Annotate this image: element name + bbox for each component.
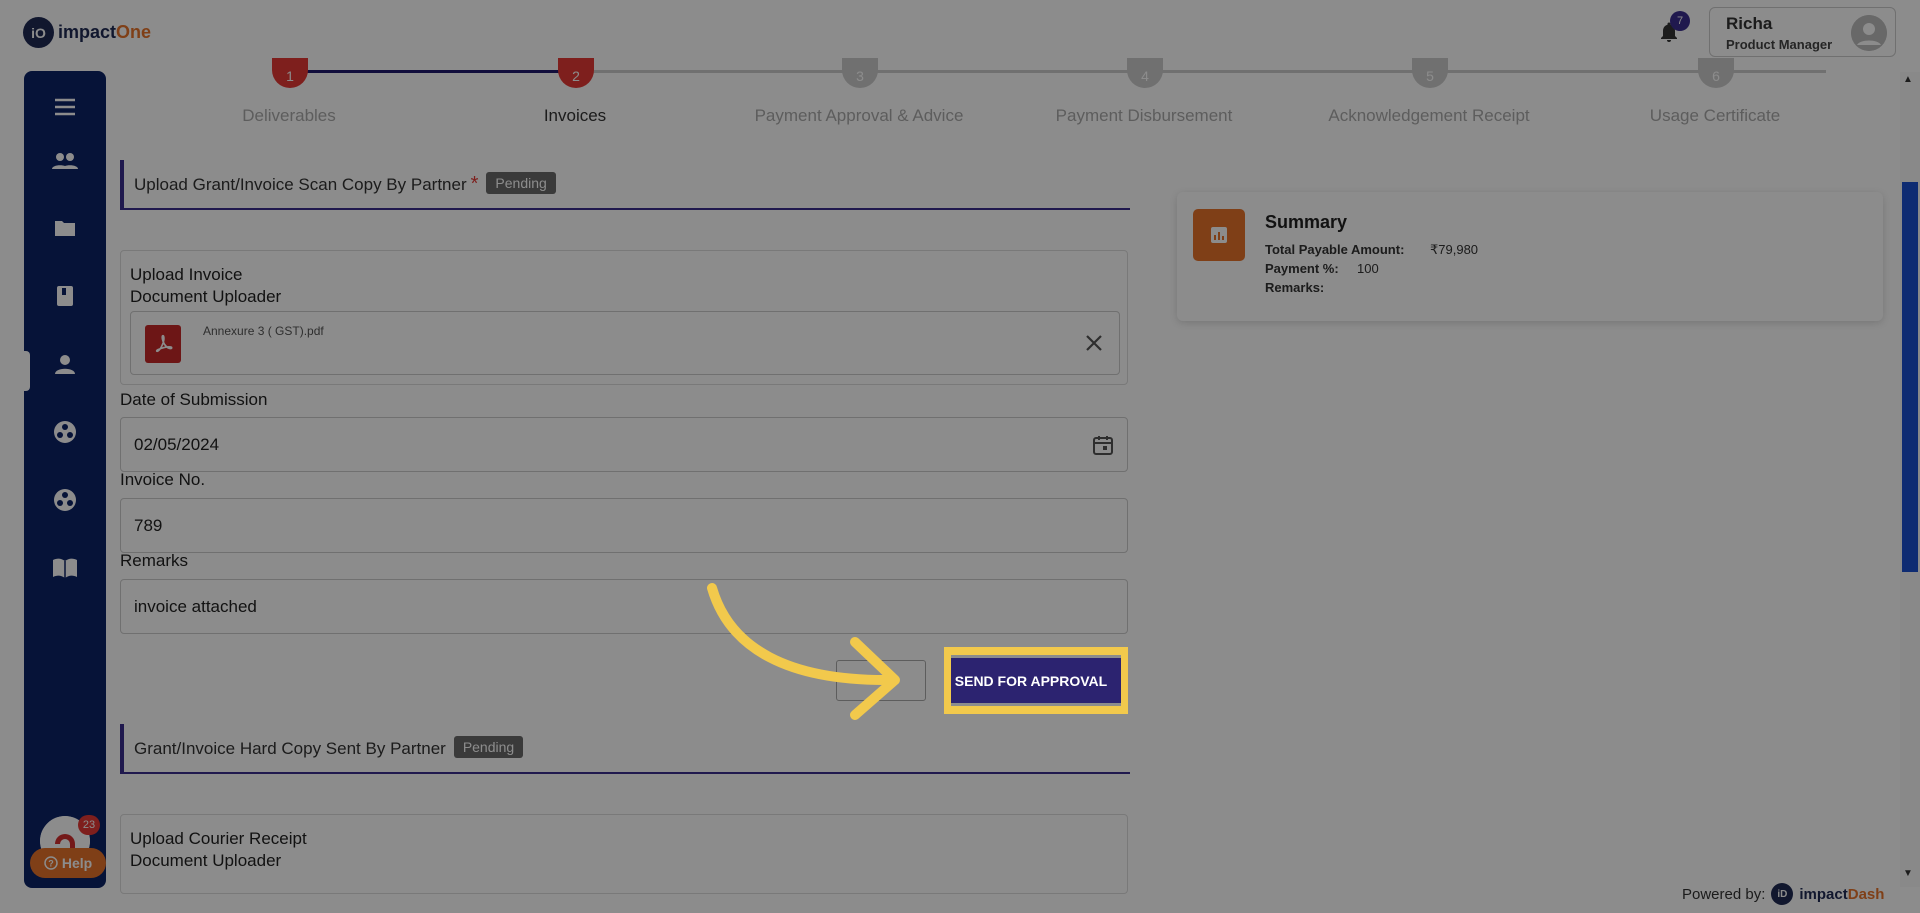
- scrollbar-thumb[interactable]: [1902, 182, 1918, 572]
- calendar-icon[interactable]: [1091, 433, 1115, 457]
- step-6-label[interactable]: Usage Certificate: [1575, 106, 1855, 126]
- book-icon[interactable]: [24, 276, 106, 316]
- uploader-title: Upload Invoice: [130, 265, 243, 284]
- step-connector: [576, 70, 1826, 73]
- step-4-label[interactable]: Payment Disbursement: [1004, 106, 1284, 126]
- step-3-marker[interactable]: 3: [842, 58, 878, 88]
- impactdash-brand: impactDash: [1799, 885, 1885, 903]
- user-name: Richa: [1726, 14, 1773, 33]
- required-mark: *: [470, 173, 479, 195]
- invoice-number-value: 789: [134, 516, 163, 535]
- payment-percent-row: Payment %: 100: [1265, 261, 1379, 276]
- progress-stepper: 1 Deliverables 2 Invoices 3 Payment Appr…: [120, 58, 1900, 128]
- help-circle-icon: ?: [44, 856, 58, 870]
- section-header-hard-copy: Grant/Invoice Hard Copy Sent By Partner P…: [120, 724, 1130, 774]
- impactdash-logo-mark: iD: [1771, 883, 1794, 905]
- summary-chart-icon: [1193, 209, 1245, 261]
- user-menu[interactable]: Richa Product Manager: [1709, 7, 1896, 57]
- step-3-label[interactable]: Payment Approval & Advice: [719, 106, 999, 126]
- step-2-label[interactable]: Invoices: [435, 106, 715, 126]
- logo-text: impactOne: [58, 22, 152, 42]
- powered-label: Powered by:: [1682, 885, 1766, 903]
- person-icon[interactable]: [24, 344, 106, 384]
- step-4-marker[interactable]: 4: [1127, 58, 1163, 88]
- chat-count-badge: 23: [78, 815, 100, 835]
- user-role: Product Manager: [1726, 37, 1833, 52]
- notification-count-badge: 7: [1670, 11, 1690, 31]
- remarks-row: Remarks:: [1265, 280, 1325, 295]
- uploader-subtitle: Document Uploader: [130, 851, 282, 870]
- group-circle-icon[interactable]: [24, 480, 106, 520]
- section-header-scan-copy: Upload Grant/Invoice Scan Copy By Partne…: [120, 160, 1130, 210]
- step-1-label[interactable]: Deliverables: [149, 106, 429, 126]
- step-connector: [290, 70, 576, 73]
- invoice-uploader: Upload Invoice Document Uploader Annexur…: [120, 250, 1128, 385]
- people-icon[interactable]: [24, 141, 106, 181]
- open-book-icon[interactable]: [24, 548, 106, 588]
- status-badge: Pending: [453, 736, 524, 758]
- step-5-label[interactable]: Acknowledgement Receipt: [1289, 106, 1569, 126]
- sidebar: 23 ? Help: [24, 71, 106, 888]
- scroll-up-arrow-icon[interactable]: ▲: [1903, 74, 1913, 85]
- app-logo[interactable]: iO impactOne: [23, 17, 151, 48]
- courier-receipt-uploader: Upload Courier Receipt Document Uploader: [120, 814, 1128, 894]
- uploader-subtitle: Document Uploader: [130, 287, 282, 306]
- step-1-marker[interactable]: 1: [272, 58, 308, 88]
- section-title: Grant/Invoice Hard Copy Sent By Partner P…: [134, 736, 524, 759]
- invoice-number-label: Invoice No.: [120, 470, 206, 489]
- section-title: Upload Grant/Invoice Scan Copy By Partne…: [134, 172, 556, 196]
- remarks-field[interactable]: invoice attached: [120, 579, 1128, 634]
- file-name: Annexure 3 ( GST).pdf: [203, 324, 324, 338]
- help-button[interactable]: ? Help: [30, 848, 106, 878]
- status-badge: Pending: [486, 172, 556, 194]
- uploader-title: Upload Courier Receipt: [130, 829, 307, 848]
- svg-text:?: ?: [48, 859, 54, 869]
- date-value: 02/05/2024: [134, 435, 220, 454]
- summary-card: Summary Total Payable Amount: ₹79,980 Pay…: [1177, 192, 1883, 321]
- step-5-marker[interactable]: 5: [1412, 58, 1448, 88]
- pdf-file-icon: [145, 325, 181, 363]
- scroll-down-arrow-icon[interactable]: ▼: [1903, 868, 1913, 879]
- summary-title: Summary: [1265, 212, 1348, 232]
- remarks-value: invoice attached: [134, 597, 257, 616]
- menu-icon[interactable]: [24, 87, 106, 127]
- highlight-box-focused: [944, 648, 1128, 714]
- powered-by: Powered by: iD impactDash: [1682, 883, 1884, 905]
- folder-icon[interactable]: [24, 208, 106, 248]
- logo-mark: iO: [23, 17, 54, 48]
- step-2-marker[interactable]: 2: [558, 58, 594, 88]
- help-label: Help: [61, 855, 93, 871]
- uploaded-file[interactable]: Annexure 3 ( GST).pdf: [130, 311, 1120, 375]
- remarks-label: Remarks: [120, 551, 189, 570]
- date-label: Date of Submission: [120, 390, 268, 409]
- invoice-number-field[interactable]: 789: [120, 498, 1128, 553]
- user-avatar-icon: [1851, 15, 1887, 51]
- group-circle-icon[interactable]: [24, 412, 106, 452]
- step-6-marker[interactable]: 6: [1698, 58, 1734, 88]
- remove-file-close-icon[interactable]: [1083, 332, 1105, 354]
- total-payable-row: Total Payable Amount: ₹79,980: [1265, 242, 1479, 257]
- cancel-button[interactable]: [836, 660, 926, 701]
- date-of-submission-field[interactable]: 02/05/2024: [120, 417, 1128, 472]
